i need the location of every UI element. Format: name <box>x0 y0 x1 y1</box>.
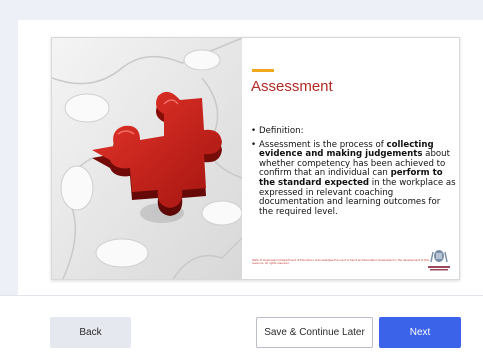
bullet-assessment-definition: Assessment is the process of collecting … <box>251 139 456 218</box>
slide-title: Assessment <box>251 78 333 95</box>
bullet-definition: Definition: <box>251 126 456 137</box>
red-puzzle-piece-image <box>52 38 242 279</box>
title-accent-bar <box>252 69 274 72</box>
back-button[interactable]: Back <box>50 317 131 348</box>
save-continue-later-button[interactable]: Save & Continue Later <box>256 317 373 348</box>
slide-bullet-list: Definition: Assessment is the process of… <box>251 126 456 221</box>
queensland-government-crest-icon <box>428 250 450 271</box>
slide-footnote: State of Queensland (Department of Educa… <box>252 259 429 266</box>
next-button[interactable]: Next <box>379 317 461 348</box>
bullet-text: Assessment is the process of <box>259 139 387 150</box>
presentation-slide: Assessment Definition: Assessment is the… <box>51 37 460 280</box>
